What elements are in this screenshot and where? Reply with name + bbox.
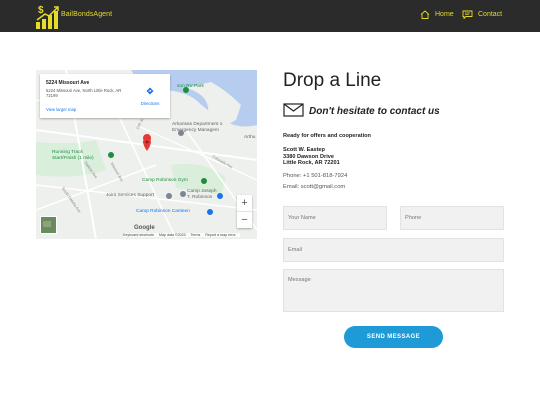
zoom-in-button[interactable]: + [237,195,252,211]
zoom-out-button[interactable]: − [237,211,252,227]
offers-text: Ready for offers and cooperation [283,133,371,139]
nav-home-label: Home [435,11,454,18]
report-error-link[interactable]: Report a map error [205,233,235,237]
terms-link[interactable]: Terms [191,233,201,237]
map-place-title: 5224 Missouri Ave [46,80,90,86]
svg-text:$: $ [38,5,44,16]
map-place-address: 5224 Missouri Ave, North Little Rock, AR… [46,88,122,99]
satellite-toggle[interactable] [40,216,57,234]
satellite-thumbnail [43,221,51,227]
view-larger-map-link[interactable]: View larger map [46,107,76,112]
message-field[interactable] [283,269,504,312]
chat-icon [462,10,473,19]
poi-rv-park[interactable]: son RV Park [177,84,204,90]
contact-email[interactable]: Email: scott@gmail.com [283,184,345,190]
nav-home[interactable]: Home [420,10,454,19]
contact-city: Little Rock, AR 72201 [283,160,340,166]
map-zoom-control: + − [237,195,252,228]
poi-joint-services[interactable]: Joint Services Support [106,193,154,199]
poi-running-track[interactable]: Running Track Start/Finish (1 mile) [52,150,94,161]
keyboard-shortcuts-link[interactable]: Keyboard shortcuts [123,233,154,237]
name-field[interactable] [283,206,387,230]
contact-address: Scott W. Eastep 3380 Dawson Drive Little… [283,147,340,167]
poi-camp-robinson-gym[interactable]: Camp Robinson Gym [142,178,188,184]
contact-tagline: Don't hesitate to contact us [309,106,440,117]
page-title: Drop a Line [283,70,382,91]
home-icon [420,10,430,19]
directions-label: Directions [140,101,160,106]
poi-arkansas-dept[interactable]: Arkansas Department o Emergency Managem [172,122,222,133]
send-message-button[interactable]: SEND MESSAGE [344,326,443,348]
directions-button[interactable]: Directions [137,82,163,106]
nav-contact-label: Contact [478,11,503,18]
nav-contact[interactable]: Contact [462,10,502,19]
brand-name[interactable]: BailBondsAgent [61,11,112,18]
google-logo: Google [134,225,155,231]
embedded-map[interactable]: 5224 Missouri Ave 5224 Missouri Ave, Nor… [36,70,257,239]
poi-camp-joseph[interactable]: Camp Joseph T. Robinson [187,189,217,200]
email-field[interactable] [283,238,504,262]
dollar-growth-logo-icon[interactable]: $ [35,3,60,30]
site-header: $ BailBondsAgent Home Contact [0,0,540,32]
map-info-card: 5224 Missouri Ave 5224 Missouri Ave, Nor… [40,74,170,118]
poi-camp-robinson-canteen[interactable]: Camp Robinson Canteen [136,209,190,215]
map-data-label: Map data ©2023 [158,233,186,237]
envelope-icon [283,103,304,117]
contact-phone[interactable]: Phone: +1 501-818-7924 [283,173,347,179]
phone-field[interactable] [400,206,504,230]
map-footer: Keyboard shortcuts Map data ©2023 Terms … [123,233,240,237]
poi-arthur: Arthu [244,135,256,140]
directions-icon [146,87,154,95]
